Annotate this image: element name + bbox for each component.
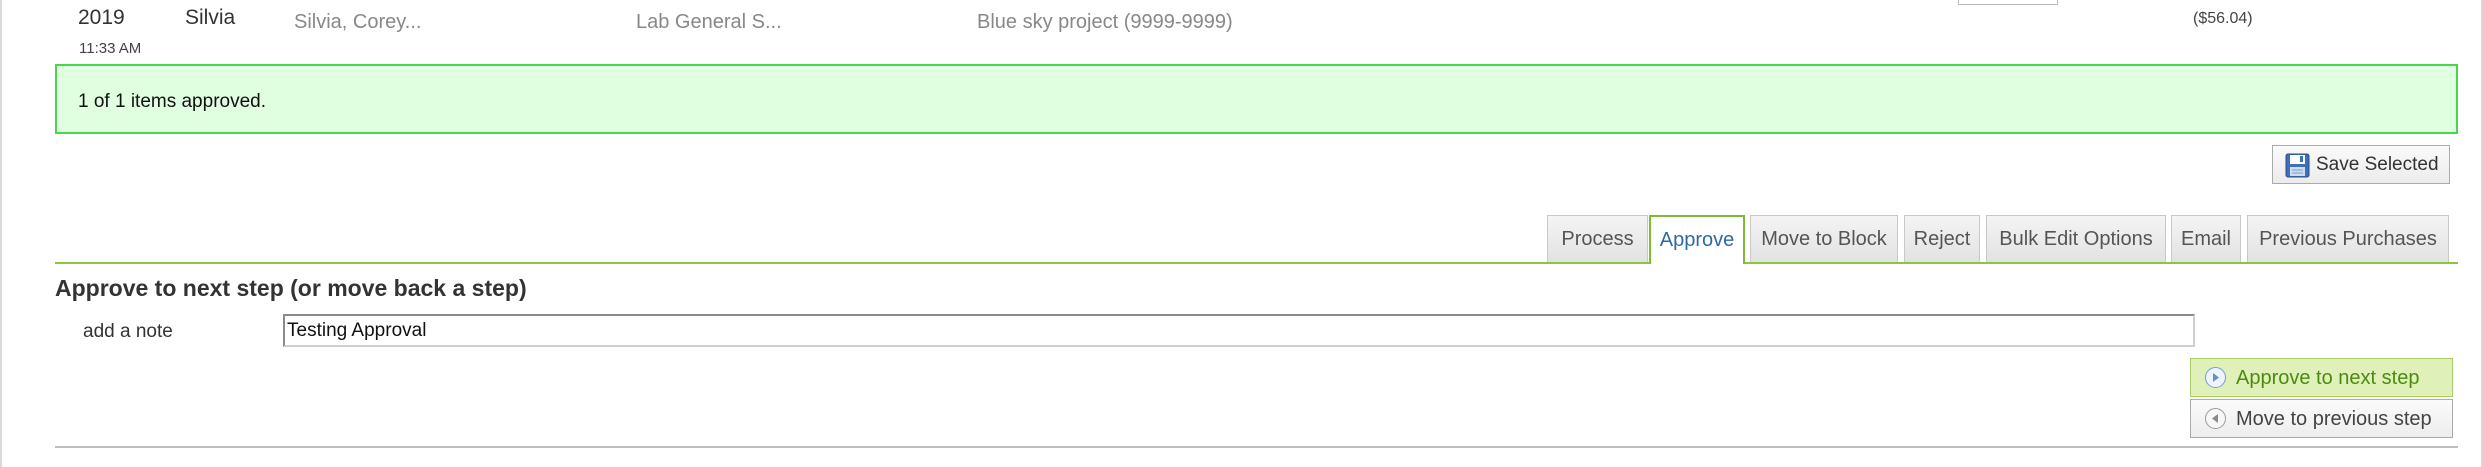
tab-underline — [55, 262, 2458, 264]
tab-move-to-block[interactable]: Move to Block — [1750, 215, 1898, 262]
project-cell: Blue sky project (9999-9999) — [977, 11, 1233, 33]
note-input[interactable] — [283, 314, 2195, 347]
department-cell: Lab General S... — [636, 11, 782, 33]
date-year: 2019 — [78, 6, 125, 29]
tab-bulk-edit-options[interactable]: Bulk Edit Options — [1986, 215, 2166, 262]
approval-notice-text: 1 of 1 items approved. — [78, 91, 266, 112]
tab-approve[interactable]: Approve — [1649, 215, 1745, 264]
approve-next-step-label: Approve to next step — [2236, 367, 2420, 389]
window-left-border — [0, 0, 2, 467]
tab-email[interactable]: Email — [2171, 215, 2241, 262]
section-divider — [55, 446, 2458, 448]
tab-process[interactable]: Process — [1547, 215, 1648, 262]
row-input-remnant[interactable] — [1958, 0, 2058, 5]
move-previous-step-button[interactable]: Move to previous step — [2190, 399, 2453, 438]
save-selected-label: Save Selected — [2316, 154, 2439, 175]
circle-arrow-right-icon — [2205, 367, 2226, 388]
user-name: Silvia — [185, 6, 236, 29]
save-selected-button[interactable]: Save Selected — [2272, 145, 2450, 184]
approve-next-step-button[interactable]: Approve to next step — [2190, 358, 2453, 397]
requester-cell: Silvia, Corey... — [294, 11, 422, 33]
date-time: 11:33 AM — [79, 40, 142, 57]
amount-cell: ($56.04) — [2193, 10, 2253, 27]
approve-section-title: Approve to next step (or move back a ste… — [55, 275, 527, 301]
circle-arrow-left-icon — [2205, 408, 2226, 429]
move-previous-step-label: Move to previous step — [2236, 408, 2432, 430]
floppy-disk-icon — [2285, 153, 2310, 178]
tab-previous-purchases[interactable]: Previous Purchases — [2247, 215, 2449, 262]
approval-notice: 1 of 1 items approved. — [55, 64, 2458, 134]
note-label: add a note — [83, 321, 173, 342]
tab-reject[interactable]: Reject — [1904, 215, 1980, 262]
